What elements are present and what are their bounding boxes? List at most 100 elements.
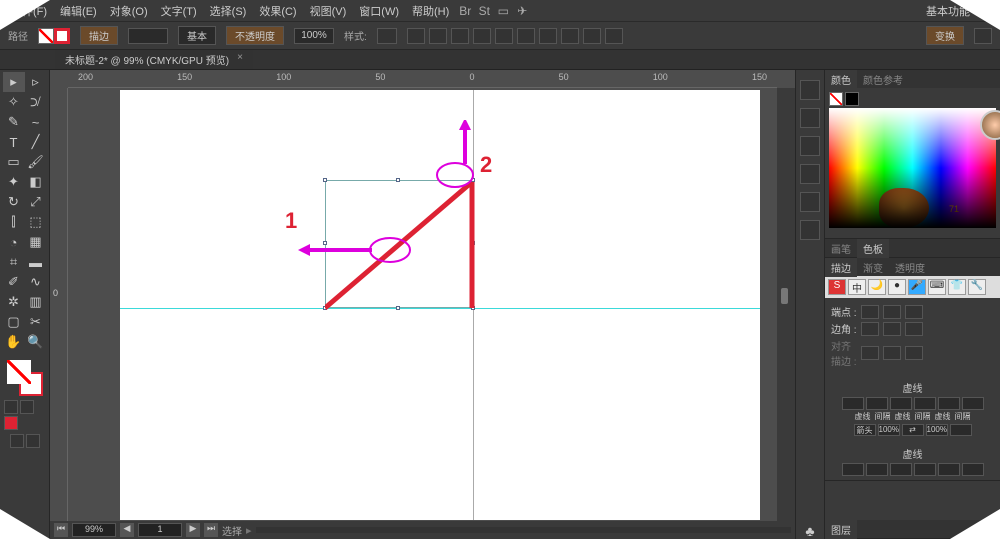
align-btn-9[interactable]: [583, 28, 601, 44]
menu-object[interactable]: 对象(O): [105, 1, 153, 21]
eraser-tool[interactable]: ◧: [25, 172, 47, 192]
tab-swatches[interactable]: 色板: [857, 239, 889, 258]
stroke-link[interactable]: 描边: [80, 26, 118, 45]
free-transform-tool[interactable]: ⬚: [25, 212, 47, 232]
scrollbar-vertical[interactable]: [777, 88, 795, 521]
arrow-scale-start[interactable]: 100%: [878, 424, 900, 436]
align-btn-5[interactable]: [495, 28, 513, 44]
align-btn-2[interactable]: [429, 28, 447, 44]
tab-color-guide[interactable]: 颜色参考: [857, 70, 909, 89]
direct-select-tool[interactable]: ▹: [25, 72, 47, 92]
ime-cn-btn[interactable]: 中: [848, 279, 866, 295]
screen-mode-btn[interactable]: [26, 434, 40, 448]
dash-input[interactable]: [842, 463, 864, 476]
next-artboard-btn[interactable]: ▶: [186, 523, 200, 537]
fill-stroke-indicator[interactable]: [5, 358, 45, 398]
ime-skin-icon[interactable]: 👕: [948, 279, 966, 295]
dock-icon-5[interactable]: [800, 192, 820, 212]
cap-square-btn[interactable]: [905, 305, 923, 319]
stroke-weight-input[interactable]: [128, 28, 168, 44]
dock-icon-3[interactable]: [800, 136, 820, 156]
ime-moon-icon[interactable]: 🌙: [868, 279, 886, 295]
arrow-swap[interactable]: ⇄: [902, 424, 924, 436]
dash-input-1[interactable]: [842, 397, 864, 410]
align-btn-10[interactable]: [605, 28, 623, 44]
style-swatch[interactable]: [377, 28, 397, 44]
dock-icon-1[interactable]: [800, 80, 820, 100]
tab-transparency[interactable]: 透明度: [889, 258, 931, 277]
tab-gradient[interactable]: 渐变: [857, 258, 889, 277]
rotate-tool[interactable]: ↻: [3, 192, 25, 212]
ime-s-btn[interactable]: S: [828, 279, 846, 295]
symbol-spray-tool[interactable]: ✲: [3, 292, 25, 312]
pen-tool[interactable]: ✎: [3, 112, 25, 132]
tab-stroke[interactable]: 描边: [825, 258, 857, 277]
gap-input-1[interactable]: [866, 397, 888, 410]
align-outside-btn[interactable]: [905, 346, 923, 360]
gpu-icon[interactable]: ✈: [514, 3, 530, 19]
drawing-mode-btn[interactable]: [10, 434, 24, 448]
dash-input-3[interactable]: [938, 397, 960, 410]
menu-view[interactable]: 视图(V): [305, 1, 352, 21]
mesh-tool[interactable]: ⌗: [3, 252, 25, 272]
curvature-tool[interactable]: ~: [25, 112, 47, 132]
dash-input[interactable]: [938, 463, 960, 476]
ime-punct-icon[interactable]: ●: [888, 279, 906, 295]
blend-tool[interactable]: ∿: [25, 272, 47, 292]
tab-brushes[interactable]: 画笔: [825, 239, 857, 258]
align-btn-4[interactable]: [473, 28, 491, 44]
color-mode-btn[interactable]: [4, 400, 18, 414]
scrollbar-h-track[interactable]: [256, 527, 791, 533]
ruler-horizontal[interactable]: 200 150 100 50 0 50 100 150: [68, 70, 777, 88]
tab-color[interactable]: 颜色: [825, 70, 857, 89]
ime-mic-icon[interactable]: 🎤: [908, 279, 926, 295]
stock-icon[interactable]: St: [476, 3, 492, 19]
type-tool[interactable]: T: [3, 132, 25, 152]
close-tab-icon[interactable]: ×: [237, 52, 243, 67]
first-artboard-btn[interactable]: ⏮: [54, 523, 68, 537]
perspective-tool[interactable]: ▦: [25, 232, 47, 252]
width-tool[interactable]: ⫿: [3, 212, 25, 232]
ime-keyboard-icon[interactable]: ⌨: [928, 279, 946, 295]
corner-miter-btn[interactable]: [861, 322, 879, 336]
arrow-start[interactable]: 箭头: [854, 424, 876, 436]
gradient-mode-btn[interactable]: [20, 400, 34, 414]
menu-select[interactable]: 选择(S): [205, 1, 252, 21]
arrow-scale-end[interactable]: 100%: [926, 424, 948, 436]
align-btn-8[interactable]: [561, 28, 579, 44]
color-fill-swatch[interactable]: [829, 92, 843, 106]
document-tab[interactable]: 未标题-2* @ 99% (CMYK/GPU 预览) ×: [55, 50, 253, 69]
dash-input[interactable]: [890, 463, 912, 476]
slice-tool[interactable]: ✂: [25, 312, 47, 332]
brush-tool[interactable]: 🖌: [25, 152, 47, 172]
scale-tool[interactable]: ⤢: [25, 192, 47, 212]
dock-icon-6[interactable]: [800, 220, 820, 240]
arrange-icon[interactable]: ▭: [495, 3, 511, 19]
opacity-input[interactable]: [294, 28, 334, 44]
prev-artboard-btn[interactable]: ◀: [120, 523, 134, 537]
align-center-btn[interactable]: [861, 346, 879, 360]
zoom-tool[interactable]: 🔍: [25, 332, 47, 352]
align-btn-6[interactable]: [517, 28, 535, 44]
none-mode-btn[interactable]: [4, 416, 18, 430]
gradient-tool[interactable]: ▬: [25, 252, 47, 272]
arrow-end[interactable]: [950, 424, 972, 436]
brush-def-button[interactable]: 基本: [178, 26, 216, 45]
menu-help[interactable]: 帮助(H): [407, 1, 454, 21]
dock-icon-4[interactable]: [800, 164, 820, 184]
last-artboard-btn[interactable]: ⏭: [204, 523, 218, 537]
align-btn-7[interactable]: [539, 28, 557, 44]
graph-tool[interactable]: ▥: [25, 292, 47, 312]
menu-effect[interactable]: 效果(C): [254, 1, 301, 21]
menu-edit[interactable]: 编辑(E): [55, 1, 102, 21]
align-btn-3[interactable]: [451, 28, 469, 44]
dock-suit-icon[interactable]: ♣: [805, 523, 814, 539]
dash-input-2[interactable]: [890, 397, 912, 410]
corner-bevel-btn[interactable]: [905, 322, 923, 336]
zoom-level[interactable]: 99%: [72, 523, 116, 537]
selection-tool[interactable]: ▸: [3, 72, 25, 92]
path-triangle[interactable]: [325, 180, 475, 310]
dash-input[interactable]: [914, 463, 936, 476]
shaper-tool[interactable]: ✦: [3, 172, 25, 192]
opacity-link[interactable]: 不透明度: [226, 26, 284, 45]
